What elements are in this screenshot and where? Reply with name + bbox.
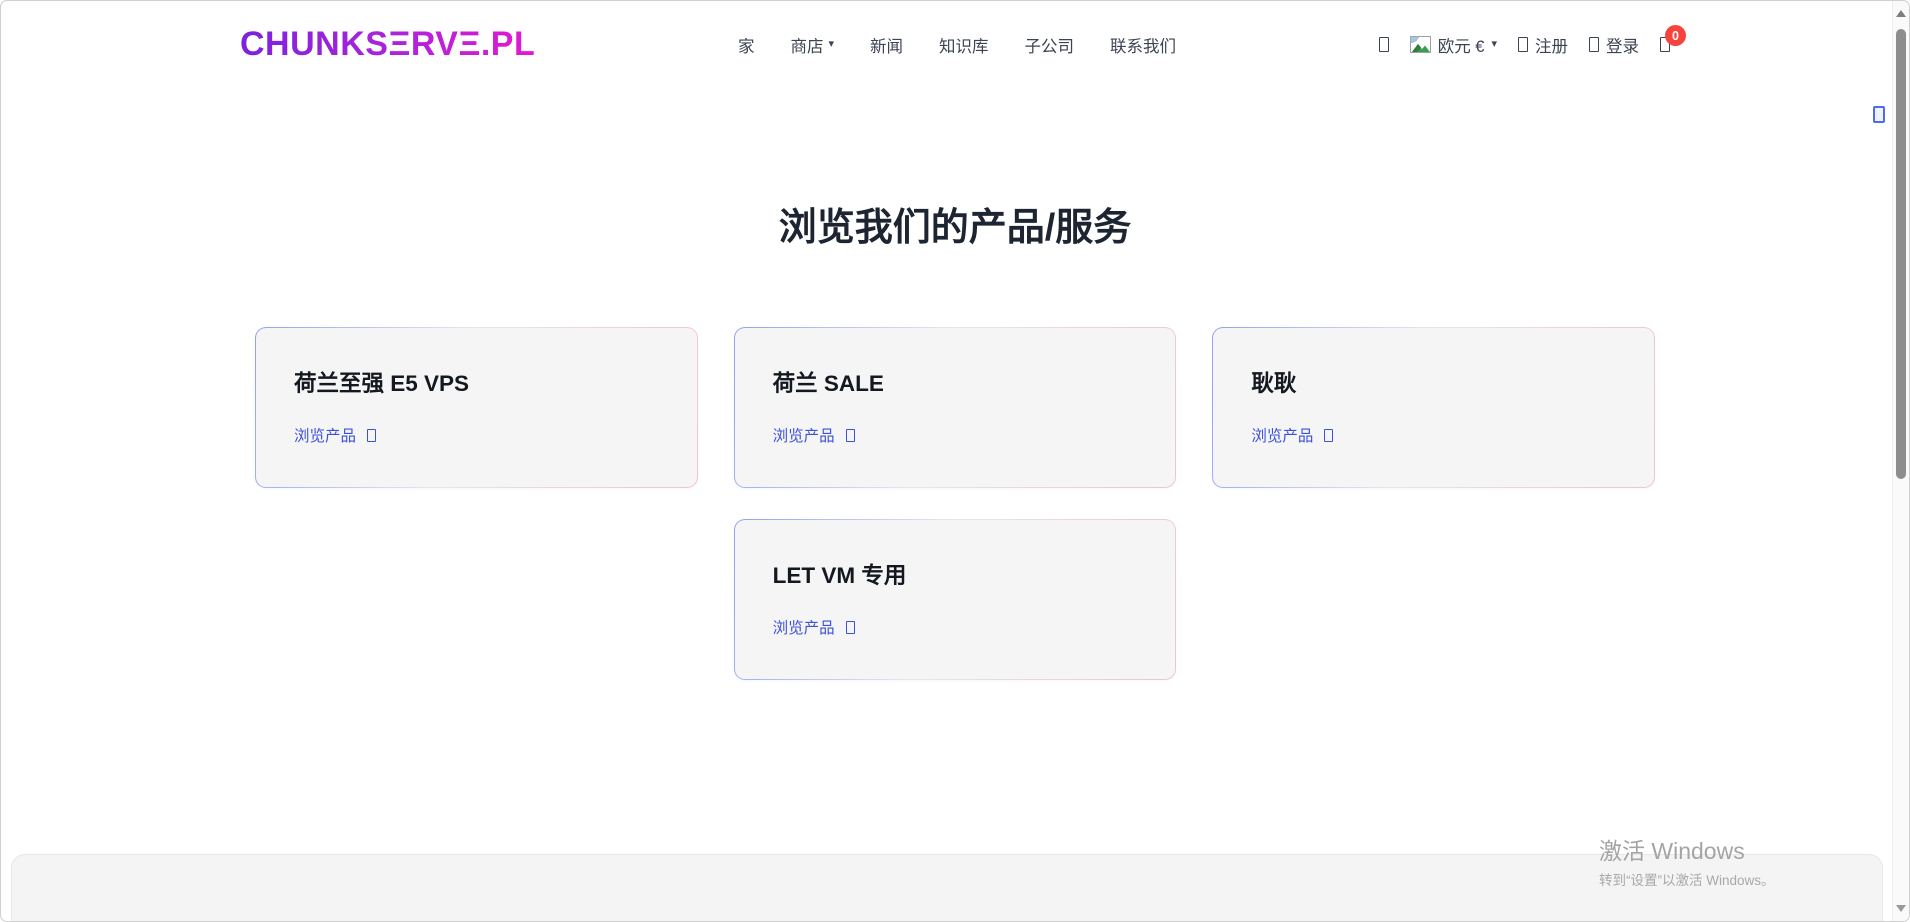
nav-home[interactable]: 家 [738,33,755,57]
product-card: 荷兰至强 E5 VPS 浏览产品 [255,327,698,488]
register-icon [1518,37,1528,52]
browse-products-link[interactable]: 浏览产品 [1251,424,1333,446]
nav-contact[interactable]: 联系我们 [1110,33,1176,57]
nav-subsidiary[interactable]: 子公司 [1024,33,1074,57]
cart-button[interactable]: 0 [1660,37,1670,52]
theme-icon[interactable] [1379,37,1389,52]
login-icon [1589,37,1599,52]
chat-widget-icon[interactable] [1873,106,1885,123]
cart-count-badge: 0 [1665,25,1686,46]
chevron-down-icon: ▾ [828,39,834,50]
browse-products-link[interactable]: 浏览产品 [773,424,855,446]
nav-news[interactable]: 新闻 [870,33,903,57]
product-card-title: 荷兰 SALE [773,366,1138,398]
register-button[interactable]: 注册 [1518,33,1568,57]
scrollbar[interactable] [1892,1,1909,921]
main-nav: 家 商店 ▾ 新闻 知识库 子公司 联系我们 [738,33,1176,57]
login-button[interactable]: 登录 [1589,33,1639,57]
page-title: 浏览我们的产品/服务 [1,64,1909,251]
arrow-right-icon [846,429,855,442]
scroll-down-arrow-icon[interactable] [1896,905,1906,912]
browse-products-link[interactable]: 浏览产品 [773,616,855,638]
browse-products-link[interactable]: 浏览产品 [294,424,376,446]
site-logo[interactable]: CHUNKSΞRVΞ.PL [240,25,535,64]
product-card-title: LET VM 专用 [773,558,1138,590]
product-card-grid: 荷兰至强 E5 VPS 浏览产品 荷兰 SALE 浏览产品 耿耿 浏览产品 [255,327,1655,680]
header-actions: 欧元 € ▾ 注册 登录 0 [1379,33,1670,57]
nav-knowledgebase[interactable]: 知识库 [939,33,989,57]
nav-store[interactable]: 商店 ▾ [790,33,834,57]
arrow-right-icon [367,429,376,442]
page: CHUNKSΞRVΞ.PL 家 商店 ▾ 新闻 知识库 子公司 [0,0,1910,922]
product-card-title: 耿耿 [1251,366,1616,398]
arrow-right-icon [846,621,855,634]
arrow-right-icon [1324,429,1333,442]
product-card-title: 荷兰至强 E5 VPS [294,366,659,398]
header: CHUNKSΞRVΞ.PL 家 商店 ▾ 新闻 知识库 子公司 [1,1,1909,64]
chevron-down-icon: ▾ [1491,39,1497,50]
currency-selector[interactable]: 欧元 € ▾ [1410,33,1497,57]
scroll-up-arrow-icon[interactable] [1896,10,1906,17]
product-card: LET VM 专用 浏览产品 [734,519,1177,680]
broken-image-icon [1410,36,1431,53]
product-card: 荷兰 SALE 浏览产品 [734,327,1177,488]
footer [11,854,1883,921]
scrollbar-thumb[interactable] [1896,29,1906,479]
product-card: 耿耿 浏览产品 [1212,327,1655,488]
